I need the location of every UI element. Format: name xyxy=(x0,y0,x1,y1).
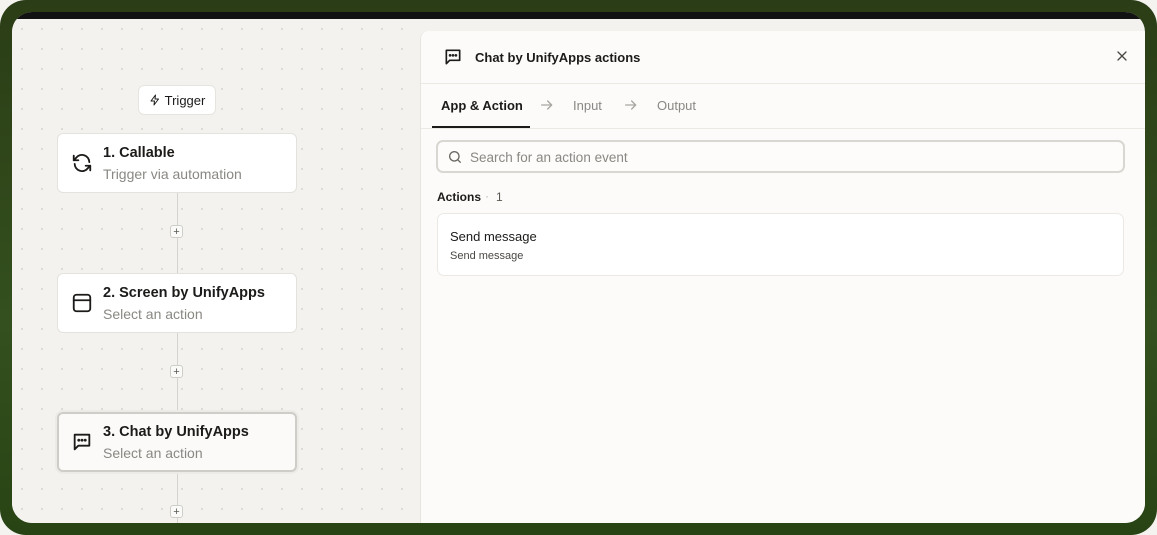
add-step-button[interactable]: + xyxy=(170,505,183,518)
arrow-right-icon xyxy=(625,100,637,110)
workflow-canvas[interactable]: Trigger 1. Callable Trigger via automati… xyxy=(12,19,420,523)
actions-separator: · xyxy=(485,189,489,203)
window-icon xyxy=(72,293,92,313)
tab-app-action[interactable]: App & Action xyxy=(441,98,523,113)
chat-icon xyxy=(445,49,461,65)
device-frame: Trigger 1. Callable Trigger via automati… xyxy=(0,0,1157,535)
workflow-node-callable[interactable]: 1. Callable Trigger via automation xyxy=(57,133,297,193)
trigger-label: Trigger xyxy=(164,92,206,108)
node-subtitle: Select an action xyxy=(103,445,203,461)
tab-input[interactable]: Input xyxy=(573,98,602,113)
actions-count: 1 xyxy=(496,190,503,204)
panel-title: Chat by UnifyApps actions xyxy=(475,50,641,65)
action-subtitle: Send message xyxy=(450,250,524,262)
step-tabs: App & Action Input Output xyxy=(421,83,1145,129)
node-title: 2. Screen by UnifyApps xyxy=(103,285,265,301)
lightning-icon xyxy=(150,94,159,106)
search-box[interactable] xyxy=(436,140,1125,173)
action-title: Send message xyxy=(450,229,537,244)
workflow-node-screen[interactable]: 2. Screen by UnifyApps Select an action xyxy=(57,273,297,333)
trigger-chip[interactable]: Trigger xyxy=(138,85,216,115)
search-input[interactable] xyxy=(468,142,1112,173)
action-item-send-message[interactable]: Send message Send message xyxy=(437,213,1124,276)
chat-icon xyxy=(73,433,91,451)
active-tab-indicator xyxy=(432,126,530,128)
workflow-node-chat[interactable]: 3. Chat by UnifyApps Select an action xyxy=(57,412,297,472)
node-subtitle: Trigger via automation xyxy=(103,166,242,182)
node-title: 3. Chat by UnifyApps xyxy=(103,424,249,440)
arrow-right-icon xyxy=(541,100,553,110)
close-icon[interactable] xyxy=(1114,48,1130,64)
actions-section-label: Actions xyxy=(437,190,482,204)
panel-header: Chat by UnifyApps actions xyxy=(421,31,1145,84)
refresh-icon xyxy=(72,154,92,172)
top-bar xyxy=(12,12,1145,19)
tab-output[interactable]: Output xyxy=(657,98,696,113)
action-panel: Chat by UnifyApps actions App & Action I… xyxy=(420,31,1145,523)
add-step-button[interactable]: + xyxy=(170,225,183,238)
add-step-button[interactable]: + xyxy=(170,365,183,378)
node-title: 1. Callable xyxy=(103,145,175,161)
search-icon xyxy=(449,151,461,163)
node-subtitle: Select an action xyxy=(103,306,203,322)
app-screen: Trigger 1. Callable Trigger via automati… xyxy=(12,12,1145,523)
